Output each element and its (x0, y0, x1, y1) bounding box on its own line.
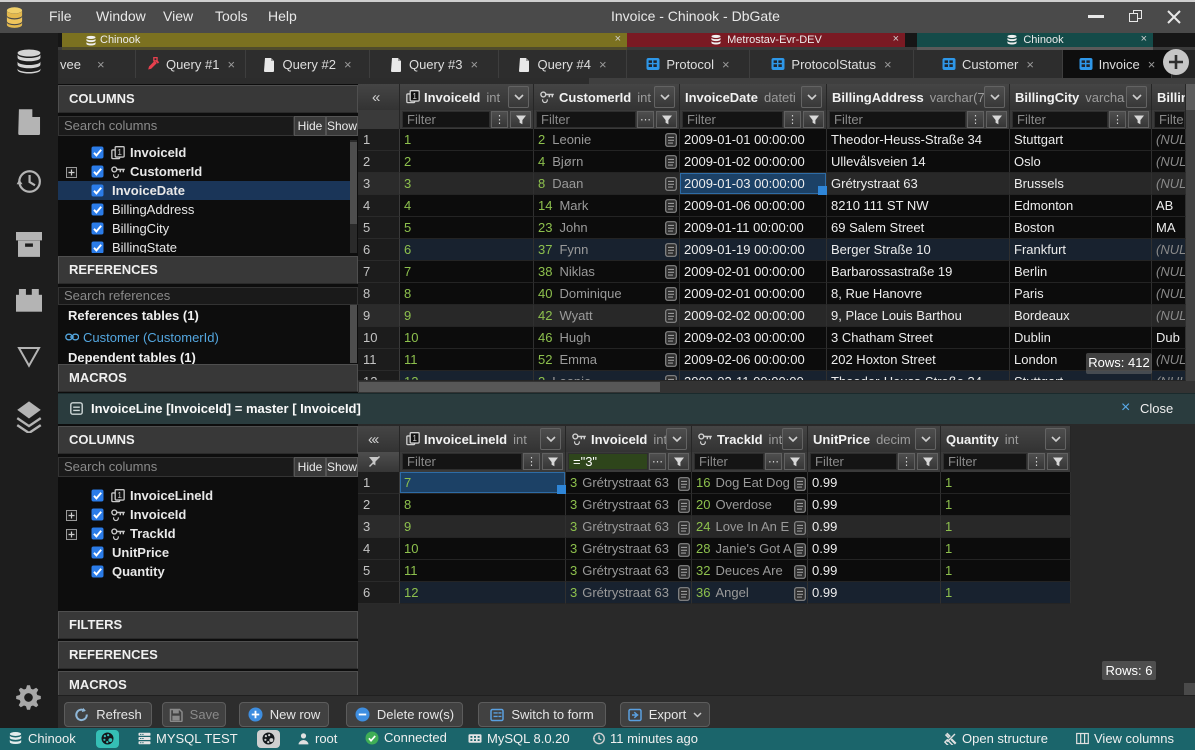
svg-text:1: 1 (412, 434, 417, 443)
svg-text:1: 1 (117, 491, 122, 500)
svg-text:1: 1 (117, 148, 122, 157)
svg-text:1: 1 (412, 92, 417, 101)
